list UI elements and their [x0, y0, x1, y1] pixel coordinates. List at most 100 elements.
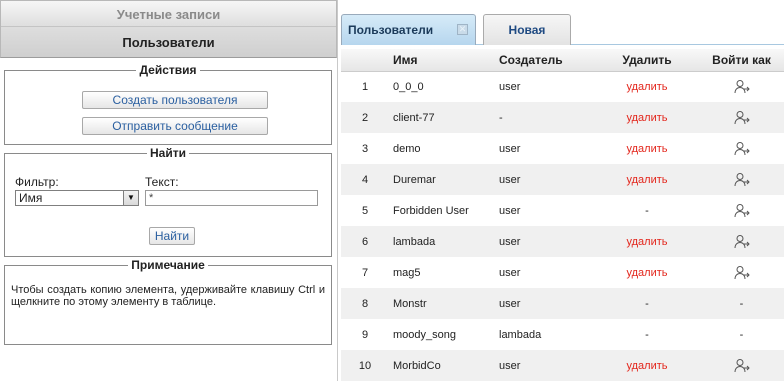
cell-creator: user [495, 288, 595, 319]
user-login-icon[interactable] [733, 358, 751, 374]
cell-name[interactable]: moody_song [389, 319, 495, 350]
cell-login-as [699, 133, 784, 164]
create-user-button[interactable]: Создать пользователя [82, 91, 268, 109]
cell-creator: user [495, 257, 595, 288]
cell-creator: user [495, 133, 595, 164]
user-login-icon[interactable] [733, 234, 751, 250]
cell-login-as: - [699, 319, 784, 350]
cell-delete: - [595, 195, 699, 226]
cell-creator: user [495, 350, 595, 381]
cell-name[interactable]: 0_0_0 [389, 71, 495, 102]
cell-login-as [699, 350, 784, 381]
user-login-icon[interactable] [733, 141, 751, 157]
cell-num: 6 [341, 226, 389, 257]
col-header-num [341, 49, 389, 72]
section-title[interactable]: Учетные записи [1, 1, 336, 27]
cell-delete: - [595, 288, 699, 319]
find-button[interactable]: Найти [149, 227, 195, 245]
delete-link[interactable]: удалить [595, 71, 699, 102]
table-row[interactable]: 5 Forbidden User user - [341, 195, 784, 226]
cell-num: 9 [341, 319, 389, 350]
cell-creator: lambada [495, 319, 595, 350]
tab-new-label: Новая [508, 23, 546, 37]
table-row[interactable]: 3 demo user удалить [341, 133, 784, 164]
cell-login-as [699, 226, 784, 257]
table-row[interactable]: 9 moody_song lambada - - [341, 319, 784, 350]
filter-select[interactable]: Имя ▼ [15, 190, 139, 206]
cell-creator: user [495, 226, 595, 257]
cell-name[interactable]: demo [389, 133, 495, 164]
panel-header: Учетные записи Пользователи [0, 0, 337, 58]
user-login-icon[interactable] [733, 79, 751, 95]
user-login-icon[interactable] [733, 265, 751, 281]
user-login-icon[interactable] [733, 172, 751, 188]
accounts-panel: Учетные записи Пользователи Действия Соз… [0, 0, 338, 381]
table-row[interactable]: 6 lambada user удалить [341, 226, 784, 257]
cell-login-as [699, 164, 784, 195]
tab-users-label: Пользователи [348, 23, 434, 37]
users-table-container: Имя Создатель Удалить Войти как 1 0_0_0 us… [341, 49, 784, 381]
cell-name[interactable]: Duremar [389, 164, 495, 195]
cell-login-as [699, 257, 784, 288]
chevron-down-icon[interactable]: ▼ [123, 191, 138, 205]
send-message-button[interactable]: Отправить сообщение [82, 117, 268, 135]
cell-creator: user [495, 195, 595, 226]
col-header-delete: Удалить [595, 49, 699, 72]
tab-new[interactable]: Новая [483, 14, 571, 45]
filter-select-value: Имя [19, 191, 43, 205]
cell-name[interactable]: MorbidCo [389, 350, 495, 381]
find-legend: Найти [147, 146, 189, 160]
delete-link[interactable]: удалить [595, 133, 699, 164]
search-text-input[interactable]: * [145, 190, 318, 206]
delete-link[interactable]: удалить [595, 226, 699, 257]
user-login-icon[interactable] [733, 203, 751, 219]
delete-link[interactable]: удалить [595, 164, 699, 195]
close-icon[interactable]: ✕ [457, 24, 468, 35]
cell-login-as: - [699, 288, 784, 319]
note-fieldset: Примечание Чтобы создать копию элемента,… [4, 258, 332, 345]
table-row[interactable]: 7 mag5 user удалить [341, 257, 784, 288]
cell-name[interactable]: Monstr [389, 288, 495, 319]
cell-num: 4 [341, 164, 389, 195]
cell-delete: - [595, 319, 699, 350]
filter-label: Фильтр: [15, 175, 59, 189]
panel-subtitle: Пользователи [122, 35, 215, 50]
cell-creator: user [495, 71, 595, 102]
cell-num: 10 [341, 350, 389, 381]
cell-name[interactable]: client-77 [389, 102, 495, 133]
note-legend: Примечание [128, 258, 208, 272]
tab-users[interactable]: Пользователи ✕ [341, 14, 476, 45]
cell-num: 1 [341, 71, 389, 102]
delete-link[interactable]: удалить [595, 102, 699, 133]
delete-link[interactable]: удалить [595, 350, 699, 381]
table-row[interactable]: 1 0_0_0 user удалить [341, 71, 784, 102]
text-label: Текст: [145, 175, 179, 189]
cell-num: 3 [341, 133, 389, 164]
table-header-row: Имя Создатель Удалить Войти как [341, 49, 784, 72]
col-header-login-as: Войти как [699, 49, 784, 72]
table-row[interactable]: 2 client-77- удалить [341, 102, 784, 133]
table-row[interactable]: 4 Duremar user удалить [341, 164, 784, 195]
cell-login-as [699, 102, 784, 133]
cell-num: 8 [341, 288, 389, 319]
delete-link[interactable]: удалить [595, 257, 699, 288]
note-text: Чтобы создать копию элемента, удерживайт… [11, 284, 325, 308]
tab-bar: Пользователи ✕ Новая [341, 12, 784, 45]
cell-creator: - [495, 102, 595, 133]
table-row[interactable]: 8 Monstr user - - [341, 288, 784, 319]
actions-legend: Действия [136, 63, 200, 77]
col-header-name[interactable]: Имя [389, 49, 495, 72]
cell-login-as [699, 195, 784, 226]
table-row[interactable]: 10 MorbidCo user удалить [341, 350, 784, 381]
cell-num: 7 [341, 257, 389, 288]
cell-name[interactable]: Forbidden User [389, 195, 495, 226]
cell-creator: user [495, 164, 595, 195]
cell-login-as [699, 71, 784, 102]
find-fieldset: Найти Фильтр: Текст: Имя ▼ * Найти [4, 146, 332, 257]
cell-num: 5 [341, 195, 389, 226]
cell-name[interactable]: lambada [389, 226, 495, 257]
cell-name[interactable]: mag5 [389, 257, 495, 288]
col-header-creator[interactable]: Создатель [495, 49, 595, 72]
actions-fieldset: Действия Создать пользователя Отправить … [4, 63, 332, 145]
user-login-icon[interactable] [733, 110, 751, 126]
